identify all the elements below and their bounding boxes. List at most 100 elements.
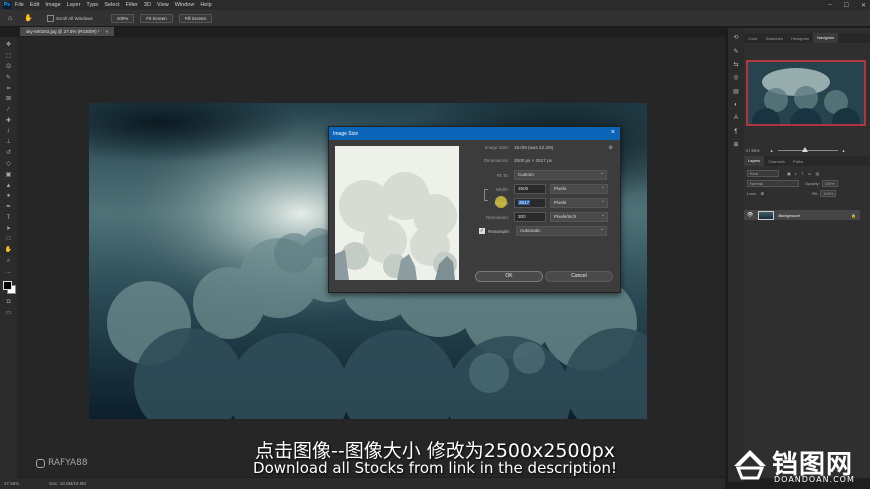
menu-view[interactable]: View <box>157 2 169 8</box>
settings-gear-icon[interactable]: ⚙ <box>609 145 613 151</box>
dodge-icon[interactable]: ● <box>5 193 13 199</box>
dialog-title-bar[interactable]: Image Size × <box>329 127 620 140</box>
hand-icon[interactable]: ✋ <box>5 247 13 253</box>
resample-select[interactable]: Automatic <box>516 225 607 236</box>
blend-mode-select[interactable]: Normal <box>747 180 799 187</box>
zoom-slider-thumb[interactable] <box>801 146 808 152</box>
properties-icon[interactable]: ▤ <box>733 89 740 96</box>
image-size-row: Image Size: 18.0M (was 22.2M) ⚙ <box>463 145 613 151</box>
menu-help[interactable]: Help <box>200 2 211 8</box>
cancel-button[interactable]: Cancel <box>545 271 613 282</box>
zoom-slider[interactable] <box>777 146 838 152</box>
lasso-icon[interactable]: ʘ <box>5 64 13 70</box>
foreground-color[interactable] <box>2 281 12 291</box>
layer-thumbnail <box>758 210 775 220</box>
lock-icon[interactable]: ⊠ <box>761 191 764 196</box>
height-input[interactable]: 2517 <box>514 198 546 208</box>
resolution-unit-select[interactable]: Pixels/Inch <box>550 211 608 222</box>
tab-paths[interactable]: Paths <box>789 159 807 164</box>
quick-mask-icon[interactable]: ◘ <box>5 299 13 305</box>
tab-layers[interactable]: Layers <box>744 156 765 166</box>
blur-icon[interactable]: ▲ <box>5 183 13 189</box>
close-tab-icon[interactable]: × <box>106 29 109 34</box>
crop-icon[interactable]: ⌗ <box>5 86 13 92</box>
menu-type[interactable]: Type <box>86 2 98 8</box>
tab-channels[interactable]: Channels <box>764 159 789 164</box>
menu-3d[interactable]: 3D <box>144 2 151 8</box>
healing-icon[interactable]: ✚ <box>5 118 13 124</box>
menu-edit[interactable]: Edit <box>30 2 39 8</box>
width-input[interactable]: 2500 <box>514 184 546 194</box>
scroll-all-checkbox[interactable] <box>46 14 54 22</box>
brush-icon[interactable]: / <box>5 129 13 135</box>
navigator-thumbnail[interactable] <box>746 60 866 126</box>
maximize-icon[interactable]: ☐ <box>844 2 849 9</box>
adjustments-icon[interactable]: ◐ <box>733 102 740 109</box>
menu-window[interactable]: Window <box>175 2 195 8</box>
eraser-icon[interactable]: ◇ <box>5 161 13 167</box>
home-icon[interactable]: ⌂ <box>8 15 12 22</box>
paragraph-icon[interactable]: ¶ <box>733 129 740 136</box>
menu-layer[interactable]: Layer <box>67 2 81 8</box>
filter-type-icon[interactable]: T <box>801 171 803 176</box>
adjust-icon[interactable]: ⇆ <box>733 62 740 69</box>
fill-screen-button[interactable]: Fill Screen <box>178 13 213 23</box>
zoom-100-button[interactable]: 100% <box>110 13 135 23</box>
image-size-dialog: Image Size × Image Size: 18.0M (was 22.2… <box>328 126 621 293</box>
character-icon[interactable]: A <box>733 115 740 122</box>
resolution-input[interactable]: 300 <box>514 212 546 222</box>
zoom-out-icon[interactable]: ▲ <box>770 148 774 153</box>
fit-screen-button[interactable]: Fit Screen <box>140 13 173 23</box>
gradient-icon[interactable]: ▣ <box>5 172 13 178</box>
tab-navigator[interactable]: Navigator <box>813 33 839 43</box>
minimize-icon[interactable]: – <box>828 2 831 8</box>
dialog-close-icon[interactable]: × <box>611 129 615 137</box>
filter-adjust-icon[interactable]: ◐ <box>795 171 797 176</box>
height-unit-select[interactable]: Pixels <box>550 197 608 208</box>
rectangle-icon[interactable]: □ <box>5 236 13 242</box>
color-swatches[interactable] <box>2 281 16 295</box>
3d-icon[interactable]: ◎ <box>733 75 740 82</box>
fill-value[interactable]: 100% <box>820 190 837 197</box>
filter-smart-icon[interactable]: ▤ <box>815 171 819 176</box>
dialog-preview[interactable] <box>335 146 459 280</box>
filter-shape-icon[interactable]: ▭ <box>808 171 812 176</box>
opacity-value[interactable]: 100% <box>821 180 838 187</box>
move-icon[interactable]: ✥ <box>5 42 13 48</box>
marquee-icon[interactable]: ⬚ <box>5 53 13 59</box>
history-panel-icon[interactable]: ⟲ <box>733 35 740 42</box>
more-icon[interactable]: … <box>5 269 13 275</box>
type-icon[interactable]: T <box>5 215 13 221</box>
history-brush-icon[interactable]: ↺ <box>5 150 13 156</box>
close-window-icon[interactable]: ✕ <box>861 2 866 9</box>
glyphs-icon[interactable]: ⊞ <box>733 142 740 149</box>
brush-settings-icon[interactable]: ✎ <box>733 49 740 56</box>
path-select-icon[interactable]: ➤ <box>5 226 13 232</box>
document-tab[interactable]: sky-690293.jpg @ 27.5% (RGB/8#) * × <box>20 27 115 36</box>
width-unit-select[interactable]: Pixels <box>550 183 608 194</box>
tab-color[interactable]: Color <box>744 36 762 41</box>
hand-tool-icon[interactable]: ✋ <box>24 14 33 22</box>
eyedropper-icon[interactable]: ⁄ <box>5 107 13 113</box>
frame-icon[interactable]: ⊠ <box>5 96 13 102</box>
visibility-eye-icon[interactable]: 👁 <box>747 212 753 218</box>
kind-select[interactable]: Kind <box>747 170 779 177</box>
lock-row: Lock: ⊠ Fill: 100% <box>744 190 870 197</box>
quick-select-icon[interactable]: ✎ <box>5 75 13 81</box>
tab-swatches[interactable]: Swatches <box>762 36 787 41</box>
menu-file[interactable]: File <box>15 2 24 8</box>
stamp-icon[interactable]: ⊥ <box>5 139 13 145</box>
ok-button[interactable]: OK <box>475 271 543 282</box>
menu-filter[interactable]: Filter <box>126 2 138 8</box>
filter-pixel-icon[interactable]: ▣ <box>787 171 791 176</box>
screen-mode-icon[interactable]: ▭ <box>5 310 13 316</box>
layer-row-background[interactable]: 👁 Background 🔒 <box>744 210 860 220</box>
zoom-icon[interactable]: ⌕ <box>5 258 13 264</box>
pen-icon[interactable]: ✒ <box>5 204 13 210</box>
fit-to-select[interactable]: Custom <box>514 169 607 180</box>
menu-select[interactable]: Select <box>104 2 119 8</box>
menu-image[interactable]: Image <box>45 2 60 8</box>
zoom-in-icon[interactable]: ▲ <box>842 148 846 153</box>
resample-checkbox[interactable]: ✓ <box>479 228 485 234</box>
tab-histogram[interactable]: Histogram <box>787 36 813 41</box>
